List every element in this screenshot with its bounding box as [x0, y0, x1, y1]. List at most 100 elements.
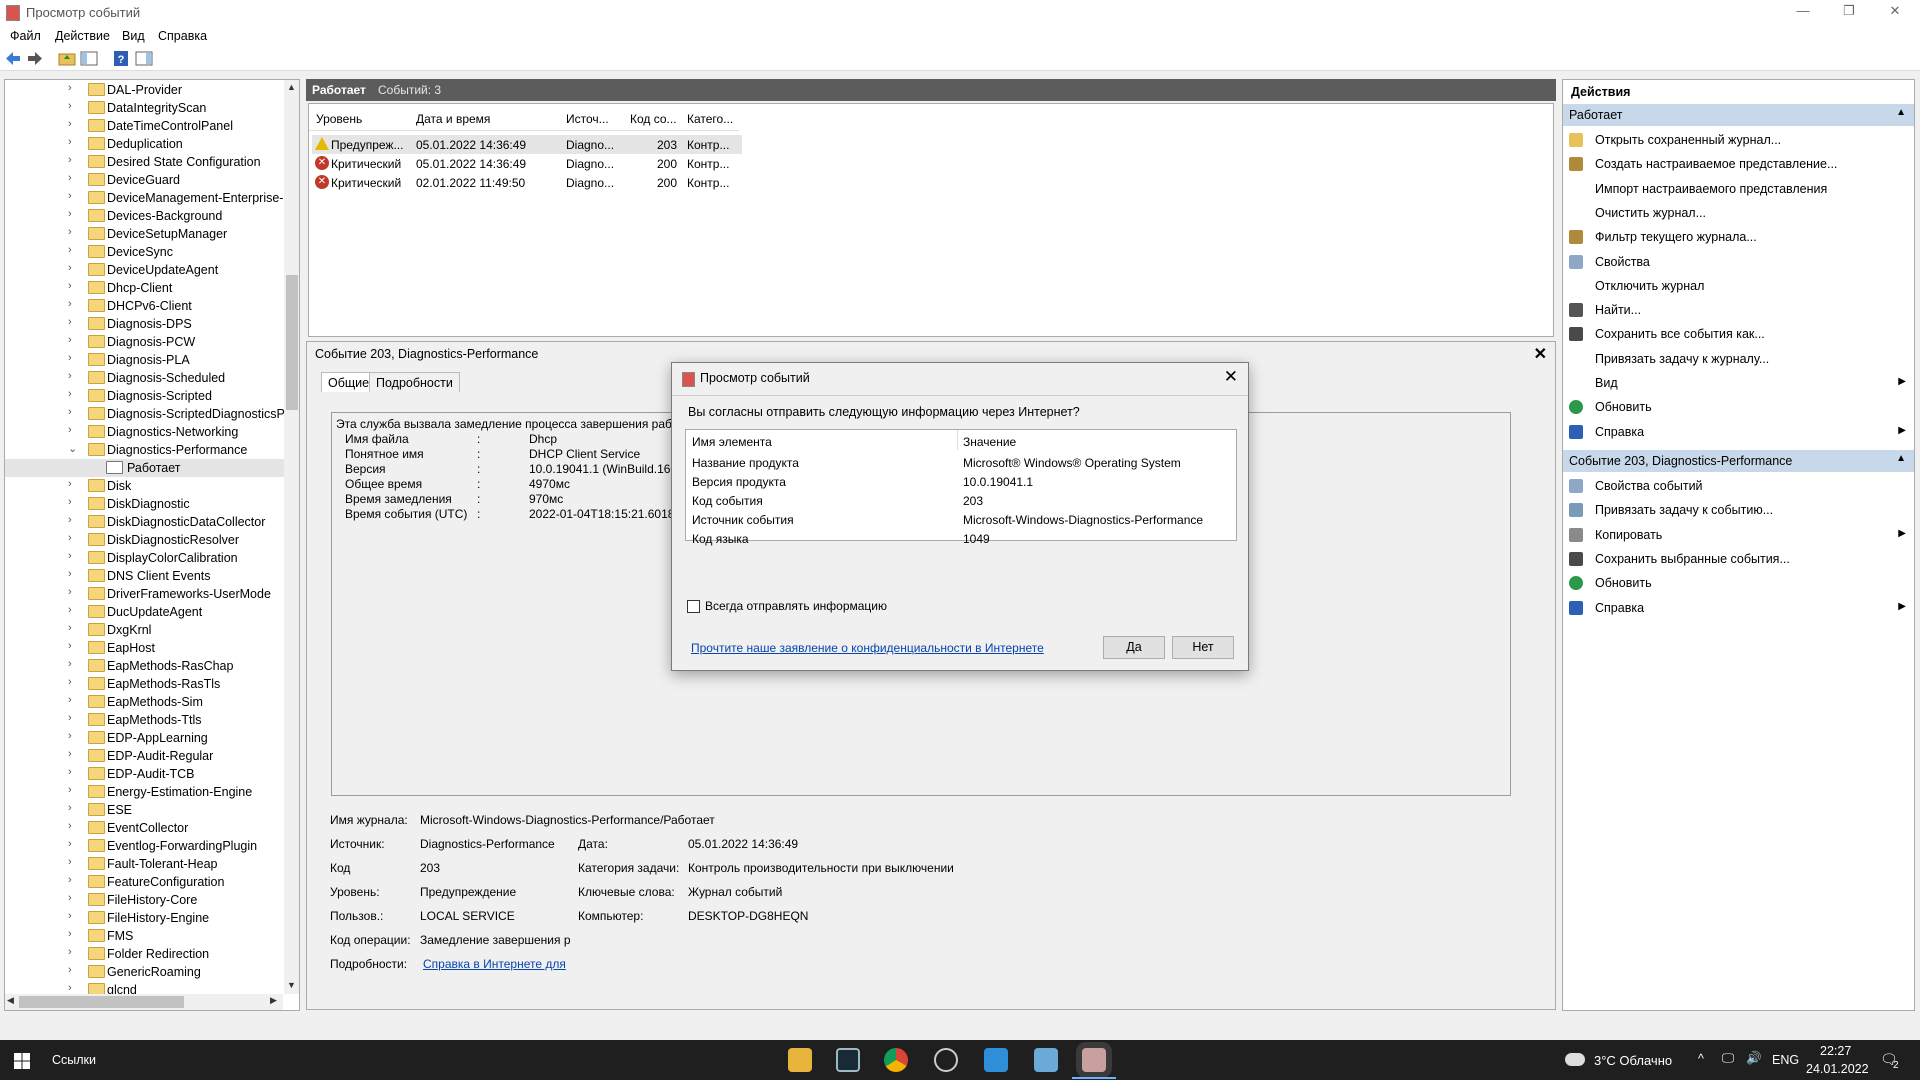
action-item[interactable]: Очистить журнал... — [1563, 203, 1914, 223]
maximize-button[interactable]: ❐ — [1832, 0, 1866, 26]
scroll-down-icon[interactable]: ▼ — [287, 980, 296, 990]
tree-item[interactable]: › Deduplication — [5, 135, 285, 153]
expand-chevron-icon[interactable]: › — [68, 676, 72, 688]
tree-item[interactable]: › EDP-AppLearning — [5, 729, 285, 747]
tree-item[interactable]: › Diagnosis-Scheduled — [5, 369, 285, 387]
expand-chevron-icon[interactable]: › — [68, 946, 72, 958]
tree-item[interactable]: › DeviceGuard — [5, 171, 285, 189]
tree-item[interactable]: › DisplayColorCalibration — [5, 549, 285, 567]
tree-item[interactable]: › Diagnosis-ScriptedDiagnosticsPro — [5, 405, 296, 423]
expand-chevron-icon[interactable]: › — [68, 82, 72, 94]
menu-view[interactable]: Вид — [122, 29, 145, 43]
tree-item[interactable]: › Folder Redirection — [5, 945, 285, 963]
menu-help[interactable]: Справка — [158, 29, 207, 43]
minimize-button[interactable]: — — [1786, 0, 1820, 26]
tree-item[interactable]: › EapHost — [5, 639, 285, 657]
expand-chevron-icon[interactable]: › — [68, 964, 72, 976]
expand-chevron-icon[interactable]: › — [68, 118, 72, 130]
event-row[interactable]: ✕ Критический 02.01.2022 11:49:50 Diagno...… — [312, 173, 742, 192]
expand-chevron-icon[interactable]: › — [68, 910, 72, 922]
action-item[interactable]: Отключить журнал — [1563, 276, 1914, 296]
expand-chevron-icon[interactable]: › — [68, 784, 72, 796]
file-explorer-icon[interactable] — [788, 1048, 812, 1072]
expand-chevron-icon[interactable]: › — [68, 154, 72, 166]
tree-item[interactable]: › Fault-Tolerant-Heap — [5, 855, 285, 873]
expand-chevron-icon[interactable]: › — [68, 352, 72, 364]
action-item[interactable]: Обновить — [1563, 573, 1914, 593]
windows-start-icon[interactable] — [14, 1053, 30, 1069]
tree-item[interactable]: › EDP-Audit-Regular — [5, 747, 285, 765]
tree-item[interactable]: › Desired State Configuration — [5, 153, 285, 171]
column-source[interactable]: Источ... — [566, 112, 609, 126]
action-item[interactable]: Сохранить выбранные события... — [1563, 549, 1914, 569]
expand-chevron-icon[interactable]: › — [68, 604, 72, 616]
tree-item[interactable]: › Diagnosis-Scripted — [5, 387, 285, 405]
obs-icon[interactable] — [934, 1048, 958, 1072]
expand-chevron-icon[interactable]: › — [68, 370, 72, 382]
close-detail-icon[interactable]: ✕ — [1534, 344, 1547, 364]
expand-chevron-icon[interactable]: › — [68, 640, 72, 652]
menu-file[interactable]: Файл — [10, 29, 41, 43]
expand-chevron-icon[interactable]: › — [68, 550, 72, 562]
expand-chevron-icon[interactable]: › — [68, 424, 72, 436]
tree-item[interactable]: › FeatureConfiguration — [5, 873, 285, 891]
links-toolbar[interactable]: Ссылки — [52, 1053, 96, 1067]
expand-chevron-icon[interactable]: › — [68, 838, 72, 850]
scroll-left-icon[interactable]: ◀ — [7, 995, 14, 1006]
volume-icon[interactable]: 🔊 — [1746, 1051, 1762, 1066]
column-date[interactable]: Дата и время — [416, 112, 490, 126]
expand-chevron-icon[interactable]: › — [68, 100, 72, 112]
tree-item[interactable]: › DHCPv6-Client — [5, 297, 285, 315]
expand-chevron-icon[interactable]: › — [68, 316, 72, 328]
online-help-link[interactable]: Справка в Интернете для — [423, 957, 566, 971]
tree-item[interactable]: › DNS Client Events — [5, 567, 285, 585]
expand-chevron-icon[interactable]: › — [68, 532, 72, 544]
expand-chevron-icon[interactable]: › — [68, 514, 72, 526]
vscode-icon[interactable] — [984, 1048, 1008, 1072]
tree-item[interactable]: › EventCollector — [5, 819, 285, 837]
always-send-checkbox[interactable] — [687, 600, 700, 613]
expand-chevron-icon[interactable]: › — [68, 982, 72, 994]
tree-item[interactable]: › DeviceSync — [5, 243, 285, 261]
chrome-icon[interactable] — [884, 1048, 908, 1072]
tab-details[interactable]: Подробности — [369, 372, 460, 392]
expand-chevron-icon[interactable]: › — [68, 478, 72, 490]
tree-item[interactable]: › Disk — [5, 477, 285, 495]
expand-chevron-icon[interactable]: › — [68, 190, 72, 202]
tree-horizontal-scrollbar[interactable]: ◀ ▶ — [5, 994, 283, 1010]
tree-item[interactable]: › DeviceManagement-Enterprise-D — [5, 189, 293, 207]
tree-item[interactable]: › EapMethods-Ttls — [5, 711, 285, 729]
expand-chevron-icon[interactable]: › — [68, 748, 72, 760]
tree-item[interactable]: ⌄ Diagnostics-Performance — [5, 441, 285, 459]
tree-item[interactable]: › Dhcp-Client — [5, 279, 285, 297]
tree-item[interactable]: › Eventlog-ForwardingPlugin — [5, 837, 285, 855]
help-icon[interactable]: ? — [112, 50, 130, 67]
menu-action[interactable]: Действие — [55, 29, 110, 43]
no-button[interactable]: Нет — [1172, 636, 1234, 659]
expand-chevron-icon[interactable]: › — [68, 730, 72, 742]
tree-item[interactable]: › DriverFrameworks-UserMode — [5, 585, 285, 603]
tree-vertical-scrollbar[interactable]: ▲ ▼ — [284, 80, 299, 994]
column-code[interactable]: Код со... — [630, 112, 677, 126]
event-row[interactable]: Предупреж... 05.01.2022 14:36:49 Diagno...… — [312, 135, 742, 154]
action-item[interactable]: Привязать задачу к журналу... — [1563, 349, 1914, 369]
remote-desktop-icon[interactable] — [1034, 1048, 1058, 1072]
action-item[interactable]: Вид ▶ — [1563, 373, 1914, 393]
show-hide-tree-icon[interactable] — [80, 50, 98, 67]
action-item[interactable]: Создать настраиваемое представление... — [1563, 154, 1914, 174]
input-language-indicator[interactable]: ENG — [1772, 1053, 1799, 1067]
tree-item[interactable]: › DiskDiagnostic — [5, 495, 285, 513]
expand-chevron-icon[interactable]: › — [68, 208, 72, 220]
scroll-right-icon[interactable]: ▶ — [270, 995, 277, 1006]
expand-chevron-icon[interactable]: › — [68, 820, 72, 832]
action-item[interactable]: Копировать ▶ — [1563, 525, 1914, 545]
expand-chevron-icon[interactable]: › — [68, 694, 72, 706]
expand-chevron-icon[interactable]: › — [68, 802, 72, 814]
expand-chevron-icon[interactable]: › — [68, 298, 72, 310]
action-item[interactable]: Свойства — [1563, 252, 1914, 272]
steam-icon[interactable] — [836, 1048, 860, 1072]
tree-item[interactable]: › FMS — [5, 927, 285, 945]
event-viewer-taskbar-icon[interactable] — [1082, 1048, 1106, 1072]
tree-item[interactable]: › DxgKrnl — [5, 621, 285, 639]
tree-item[interactable]: › FileHistory-Engine — [5, 909, 285, 927]
